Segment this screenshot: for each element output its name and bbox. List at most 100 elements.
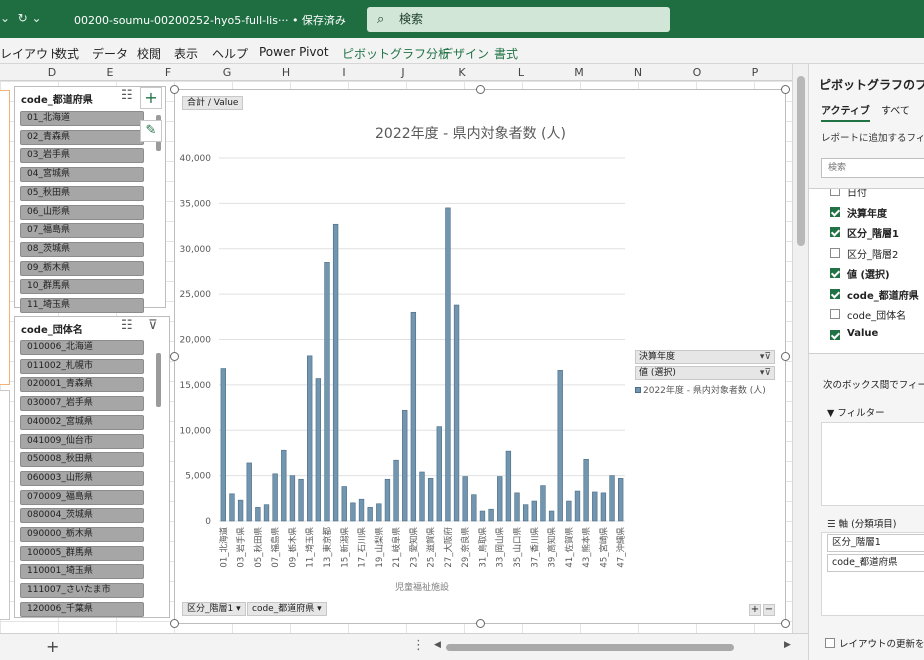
field-checkbox[interactable] [830,189,840,196]
tab-all[interactable]: すべて [881,102,910,117]
axis-field-chip[interactable]: 区分_階層1 [827,534,924,552]
pivot-chart[interactable]: 合計 / Value 2022年度 - 県内対象者数 (人) 0 5,000 10,… [174,89,786,624]
axis-field-button[interactable]: code_都道府県 ▾ [247,602,327,616]
more-icon[interactable]: ⋮ [412,638,425,653]
resize-handle[interactable] [476,619,485,628]
bar[interactable] [531,500,537,522]
tab-data[interactable]: データ [92,45,128,62]
resize-handle[interactable] [781,619,790,628]
bar[interactable] [600,492,607,522]
bar[interactable] [272,473,278,522]
bar[interactable] [324,262,330,522]
bar[interactable] [488,508,494,522]
tab-view[interactable]: 表示 [174,45,198,62]
tab-format[interactable]: 書式 [494,45,518,62]
slicer-item[interactable]: 03_岩手県 [20,148,144,164]
column-header[interactable]: L [511,66,531,79]
undo-redo-icon[interactable]: ⌄ ↻ ⌄ [0,11,42,25]
column-header[interactable]: I [334,66,354,79]
slicer-item[interactable]: 100005_群馬県 [20,545,144,561]
horizontal-scroll-thumb[interactable] [446,644,734,651]
scroll-left-icon[interactable]: ◀ [434,640,441,650]
field-name[interactable]: code_都道府県 [847,287,919,302]
resize-handle[interactable] [781,85,790,94]
slicer-item[interactable]: 11_埼玉県 [20,298,144,313]
bar[interactable] [307,355,313,522]
slicer-item[interactable]: 04_宮城県 [20,167,144,183]
bar[interactable] [479,510,486,522]
bar[interactable] [609,475,615,522]
bar[interactable] [315,378,322,522]
slicer-item[interactable]: 011002_札幌市 [20,358,144,374]
bar[interactable] [367,507,373,522]
slicer-item[interactable]: 040002_宮城県 [20,414,144,430]
bar[interactable] [592,491,598,522]
bar[interactable] [557,370,563,522]
legend-field-button[interactable]: 値 (選択) ▾⊽ [635,366,775,380]
field-search-input[interactable]: 検索 [821,158,924,178]
column-header[interactable]: N [628,66,648,79]
vertical-scrollbar[interactable] [792,64,808,636]
bar[interactable] [436,426,442,522]
field-name[interactable]: 日付 [847,189,867,199]
clear-filter-icon[interactable]: ⊽ [148,318,158,333]
bar[interactable] [566,500,572,522]
document-title[interactable]: 00200-soumu-00200252-hyo5-full-lis··· • … [74,12,346,28]
bar[interactable] [376,503,382,522]
slicer-item[interactable]: 09_栃木県 [20,260,144,276]
field-list[interactable]: 日付 決算年度 区分_階層1 区分_階層2 値 (選択) code_都道府県 code_団体… [809,188,924,354]
bar[interactable] [341,486,347,522]
bar[interactable] [548,510,555,522]
bar[interactable] [514,492,520,522]
slicer-item[interactable]: 07_福島県 [20,223,144,239]
field-name[interactable]: 区分_階層2 [847,246,898,261]
field-checkbox[interactable] [830,227,840,237]
bar[interactable] [289,475,296,522]
tab-formulas[interactable]: 数式 [55,45,79,62]
resize-handle[interactable] [170,619,179,628]
resize-handle[interactable] [170,352,179,361]
bar[interactable] [263,504,270,522]
bar[interactable] [583,458,589,522]
defer-update-checkbox[interactable]: レイアウトの更新を保留 [825,636,924,650]
resize-handle[interactable] [170,85,179,94]
column-header[interactable]: O [687,66,707,79]
bar[interactable] [402,409,408,522]
field-name[interactable]: Value [847,328,878,339]
field-checkbox[interactable] [830,247,840,258]
slicer-item[interactable]: 01_北海道 [20,111,144,126]
slicer-item[interactable]: 110001_埼玉県 [20,564,144,580]
format-brush-icon[interactable]: ✎ [140,120,162,142]
bar[interactable] [220,368,226,522]
resize-handle[interactable] [476,85,485,94]
tab-active[interactable]: アクティブ [821,102,870,122]
bar[interactable] [393,459,399,522]
bar[interactable] [427,478,434,522]
slicer-item[interactable]: 090000_栃木県 [20,527,144,542]
column-header[interactable]: K [452,66,472,79]
bar[interactable] [618,478,624,522]
slicer-scrollbar[interactable] [156,353,161,407]
bar[interactable] [246,462,252,522]
field-name[interactable]: code_団体名 [847,307,906,322]
bar[interactable] [522,504,529,522]
field-checkbox[interactable] [830,309,840,319]
slicer-item[interactable]: 05_秋田県 [20,185,144,201]
bar[interactable] [445,207,451,522]
scroll-thumb[interactable] [797,76,805,246]
tab-help[interactable]: ヘルプ [212,45,248,62]
slicer-item[interactable]: 070009_福島県 [20,489,144,505]
bar[interactable] [229,493,235,522]
multi-select-icon[interactable]: ☷ [121,88,133,103]
slicer-item[interactable]: 120006_千葉県 [20,601,144,617]
bar[interactable] [410,311,417,522]
bar[interactable] [453,304,460,522]
slicer-item[interactable]: 080004_茨城県 [20,508,144,524]
slicer-item[interactable]: 060003_山形県 [20,470,144,486]
filter-area[interactable] [821,422,924,506]
slicer-item[interactable]: 010006_北海道 [20,340,144,355]
bar[interactable] [419,471,425,522]
slicer-item[interactable]: 06_山形県 [20,204,144,220]
multi-select-icon[interactable]: ☷ [121,318,133,333]
column-header[interactable]: H [276,66,296,79]
